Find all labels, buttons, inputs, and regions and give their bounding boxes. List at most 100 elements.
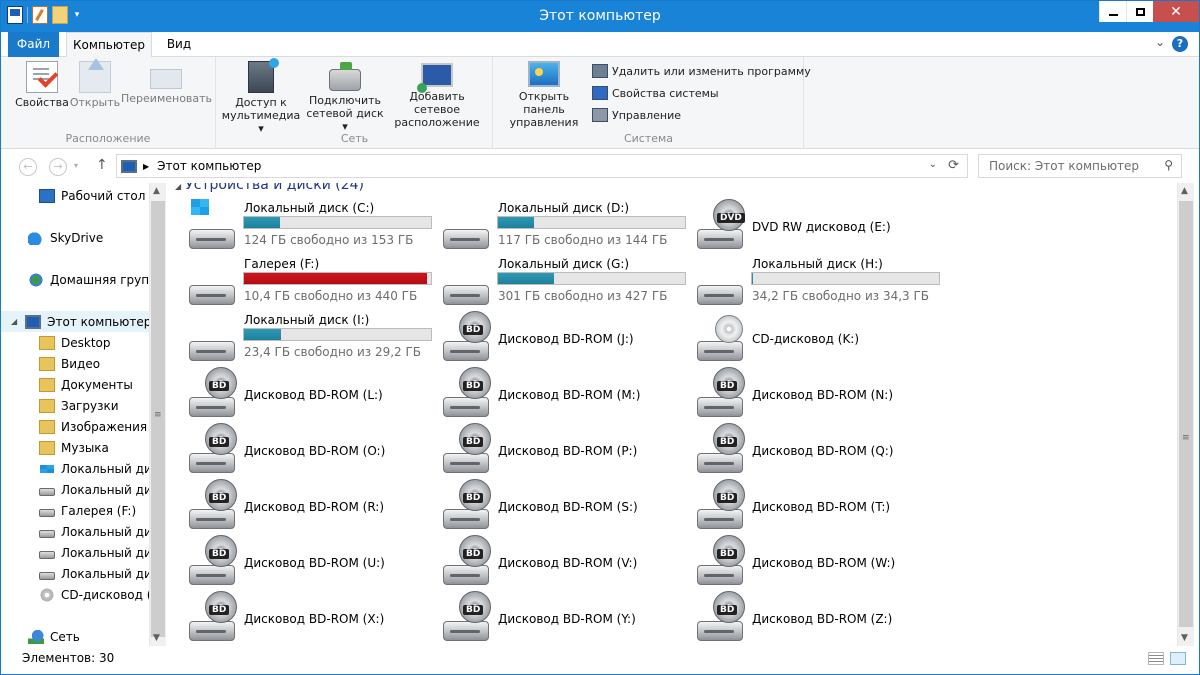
minimize-button[interactable]: [1099, 1, 1126, 22]
close-button[interactable]: ✕: [1153, 1, 1199, 22]
usage-bar: [497, 272, 686, 285]
back-button[interactable]: ←: [19, 158, 37, 176]
expand-icon[interactable]: ◢: [11, 317, 17, 326]
nav-item[interactable]: Изображения: [1, 416, 149, 437]
drive-tile[interactable]: BD Дисковод BD-ROM (T:): [679, 479, 933, 537]
manage-button[interactable]: Управление: [592, 106, 681, 124]
media-access-button[interactable]: Доступ к мультимедиа ▾: [221, 58, 301, 135]
nav-item[interactable]: Локальный диск: [1, 479, 149, 500]
nav-item[interactable]: Локальный диск: [1, 458, 149, 479]
add-network-location-button[interactable]: Добавить сетевое расположение: [387, 61, 487, 129]
drive-tile[interactable]: BD Дисковод BD-ROM (W:): [679, 535, 933, 593]
drive-tile[interactable]: BD Дисковод BD-ROM (R:): [171, 479, 425, 537]
drive-tile[interactable]: CD-дисковод (K:): [679, 313, 933, 369]
breadcrumb[interactable]: Этот компьютер: [157, 159, 261, 173]
maximize-button[interactable]: [1126, 1, 1153, 22]
drive-tile[interactable]: BD Дисковод BD-ROM (Q:): [679, 423, 933, 481]
drive-tile[interactable]: BD Дисковод BD-ROM (N:): [679, 367, 933, 425]
drive-tile[interactable]: BD Дисковод BD-ROM (Z:): [679, 591, 933, 646]
drive-icon: [189, 323, 237, 363]
nav-item[interactable]: Локальный диск: [1, 563, 149, 584]
up-arrow-icon[interactable]: ↑: [96, 157, 108, 173]
drive-tile[interactable]: BD Дисковод BD-ROM (P:): [425, 423, 679, 481]
drive-tile[interactable]: BD Дисковод BD-ROM (U:): [171, 535, 425, 593]
scroll-down-icon[interactable]: ▼: [1181, 633, 1188, 643]
address-dropdown-icon[interactable]: ⌄: [929, 159, 937, 170]
drive-tile[interactable]: Галерея (F:) 10,4 ГБ свободно из 440 ГБ: [171, 257, 432, 313]
open-label: Открыть: [69, 96, 121, 109]
nav-item[interactable]: SkyDrive: [1, 227, 149, 248]
nav-item[interactable]: Desktop: [1, 332, 149, 353]
tab-computer[interactable]: Компьютер: [66, 32, 152, 58]
drive-tile[interactable]: Локальный диск (I:) 23,4 ГБ свободно из 2…: [171, 313, 432, 369]
system-properties-button[interactable]: Свойства системы: [592, 84, 719, 102]
manage-icon: [592, 108, 608, 122]
nav-item[interactable]: Документы: [1, 374, 149, 395]
nav-scrollbar[interactable]: ▲ ≡ ▼: [149, 183, 166, 646]
refresh-icon[interactable]: ⟳: [948, 158, 959, 173]
drive-tile[interactable]: BD Дисковод BD-ROM (V:): [425, 535, 679, 593]
minimize-icon: [1108, 13, 1118, 16]
drive-tile[interactable]: BD Дисковод BD-ROM (Y:): [425, 591, 679, 646]
open-button[interactable]: Открыть: [69, 58, 121, 109]
nav-item[interactable]: Локальный диск: [1, 542, 149, 563]
drive-body: [697, 229, 743, 249]
collapse-icon[interactable]: ◢: [175, 183, 181, 191]
search-icon[interactable]: ⚲: [1164, 158, 1173, 172]
search-input[interactable]: Поиск: Этот компьютер ⚲: [978, 154, 1182, 178]
scroll-down-icon[interactable]: ▼: [153, 633, 160, 643]
address-bar[interactable]: ▶ Этот компьютер ⌄ ⟳: [116, 154, 968, 178]
forward-button[interactable]: →: [49, 158, 67, 176]
nav-item[interactable]: Видео: [1, 353, 149, 374]
properties-button[interactable]: Свойства: [14, 61, 70, 109]
drive-tile[interactable]: Локальный диск (D:) 117 ГБ свободно из 14…: [425, 201, 686, 257]
scroll-up-icon[interactable]: ▲: [153, 186, 160, 196]
tiles-view-icon[interactable]: [1170, 652, 1186, 665]
scroll-up-icon[interactable]: ▲: [1181, 186, 1188, 196]
breadcrumb-arrow-icon[interactable]: ▶: [143, 162, 149, 171]
rename-button[interactable]: Переименовать: [121, 61, 212, 105]
nav-item[interactable]: Домашняя группа: [1, 269, 149, 290]
drive-tile[interactable]: DVD DVD RW дисковод (E:): [679, 199, 933, 257]
recent-locations-icon[interactable]: ▾: [74, 161, 78, 170]
folder-icon: [39, 356, 55, 371]
drive-name: Галерея (F:): [244, 257, 320, 271]
content-scrollbar[interactable]: ▲ ≡ ▼: [1177, 183, 1194, 646]
content-scroll-thumb[interactable]: [1179, 201, 1193, 627]
drive-name: Дисковод BD-ROM (R:): [244, 500, 385, 514]
nav-item-label: Локальный диск: [61, 461, 149, 476]
nav-item[interactable]: ◢ Этот компьютер: [1, 311, 149, 332]
uninstall-program-button[interactable]: Удалить или изменить программу: [592, 62, 811, 80]
details-view-icon[interactable]: [1148, 652, 1164, 665]
drive-tile[interactable]: BD Дисковод BD-ROM (M:): [425, 367, 679, 425]
bd-rom-icon: BD: [189, 479, 237, 531]
nav-item[interactable]: Галерея (F:): [1, 500, 149, 521]
nav-item[interactable]: Сеть: [1, 626, 149, 646]
drive-tile[interactable]: Локальный диск (C:) 124 ГБ свободно из 15…: [171, 199, 432, 257]
nav-item[interactable]: Загрузки: [1, 395, 149, 416]
nav-item-label: SkyDrive: [50, 230, 104, 245]
expand-ribbon-icon[interactable]: ⌄: [1155, 35, 1165, 49]
nav-item[interactable]: Локальный диск: [1, 521, 149, 542]
title-bar[interactable]: ▾ Этот компьютер ✕: [1, 1, 1199, 32]
tab-file[interactable]: Файл: [8, 32, 59, 57]
drive-tile[interactable]: BD Дисковод BD-ROM (X:): [171, 591, 425, 646]
tab-view[interactable]: Вид: [159, 32, 199, 57]
control-panel-button[interactable]: Открыть панель управления: [498, 61, 590, 129]
drive-tile[interactable]: Локальный диск (G:) 301 ГБ свободно из 42…: [425, 257, 686, 313]
free-space: 124 ГБ свободно из 153 ГБ: [244, 233, 414, 247]
drive-name: Локальный диск (I:): [244, 313, 370, 327]
drive-icon: [39, 508, 55, 517]
drive-tile[interactable]: Локальный диск (H:) 34,2 ГБ свободно из 3…: [679, 257, 940, 313]
help-icon[interactable]: ?: [1172, 36, 1188, 52]
nav-item[interactable]: Музыка: [1, 437, 149, 458]
disc-label: BD: [717, 549, 738, 559]
map-network-drive-button[interactable]: Подключить сетевой диск ▾: [305, 61, 385, 133]
nav-item[interactable]: CD-дисковод (K:: [1, 584, 149, 605]
nav-item[interactable]: Рабочий стол: [1, 185, 149, 206]
drive-tile[interactable]: BD Дисковод BD-ROM (S:): [425, 479, 679, 537]
group-header[interactable]: ◢ Устройства и диски (24): [175, 183, 364, 193]
drive-tile[interactable]: BD Дисковод BD-ROM (O:): [171, 423, 425, 481]
drive-tile[interactable]: BD Дисковод BD-ROM (J:): [425, 311, 679, 369]
drive-tile[interactable]: BD Дисковод BD-ROM (L:): [171, 367, 425, 425]
